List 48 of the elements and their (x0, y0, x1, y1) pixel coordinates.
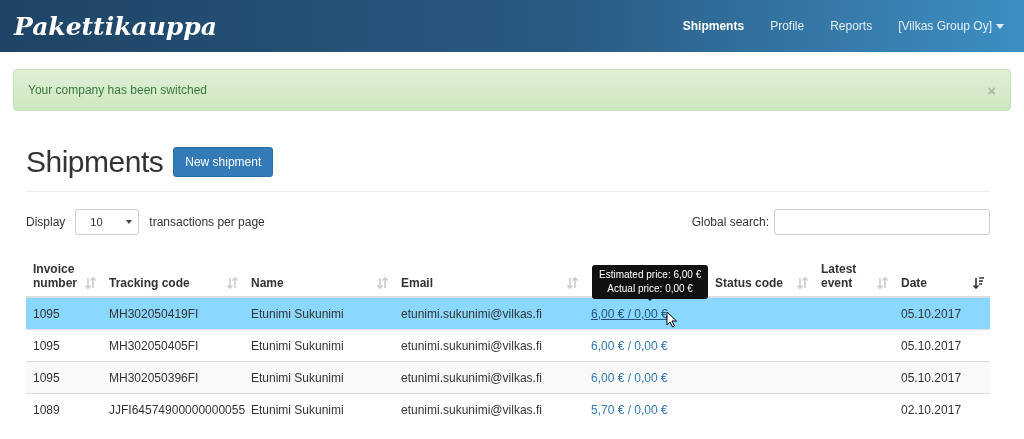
company-dropdown[interactable]: [Vilkas Group Oy] (885, 19, 1010, 33)
column-header[interactable]: Name (251, 276, 284, 290)
table-cell: 1095 (33, 370, 60, 385)
table-cell: MH302050405FI (109, 338, 199, 353)
search-field[interactable] (774, 209, 990, 235)
table-cell: 1095 (33, 338, 60, 353)
price-tooltip: Estimated price: 6,00 € Actual price: 0,00 € (592, 265, 709, 299)
nav-link[interactable]: Shipments (669, 19, 758, 33)
price-link[interactable]: 6,00 € / 0,00 € (591, 338, 668, 353)
caret-icon (126, 220, 133, 224)
new-shipment-button[interactable]: New shipment (173, 147, 274, 177)
column-header[interactable]: Tracking code (109, 276, 190, 290)
table-cell: 1095 (33, 306, 60, 321)
table-cell: 1089 (33, 402, 60, 417)
table-cell: etunimi.sukunimi@vilkas.fi (401, 338, 542, 353)
search-label: Global search: (691, 215, 769, 229)
table-cell: etunimi.sukunimi@vilkas.fi (401, 402, 542, 417)
sort-icon[interactable] (973, 277, 984, 289)
table-cell: MH302050396FI (109, 370, 199, 385)
table-cell: 05.10.2017 (901, 370, 962, 385)
table-cell: etunimi.sukunimi@vilkas.fi (401, 306, 542, 321)
table-cell: 02.10.2017 (901, 402, 962, 417)
per-page-label: transactions per page (149, 215, 265, 229)
table-cell: Etunimi Sukunimi (251, 370, 344, 385)
column-header[interactable]: Status code (715, 276, 783, 290)
nav-link[interactable]: Reports (817, 19, 886, 33)
nav-link[interactable]: Profile (757, 19, 818, 33)
column-header[interactable]: Invoice number (33, 262, 85, 290)
brand-logo[interactable]: Pakettikauppa (14, 11, 217, 41)
table-cell: MH302050419FI (109, 306, 199, 321)
table-cell: Etunimi Sukunimi (251, 402, 344, 417)
price-link[interactable]: 5,70 € / 0,00 € (591, 402, 668, 417)
column-header[interactable]: Date (901, 276, 927, 290)
table-cell: Etunimi Sukunimi (251, 338, 344, 353)
tooltip-arrow-icon (646, 297, 654, 301)
mouse-pointer-icon (666, 311, 678, 328)
table-cell: Etunimi Sukunimi (251, 306, 344, 321)
table-cell: 05.10.2017 (901, 338, 962, 353)
page-title: Shipments (26, 145, 164, 179)
display-label: Display (26, 215, 66, 229)
caret-icon (996, 23, 1004, 29)
table-cell: 05.10.2017 (901, 306, 962, 321)
column-header[interactable]: Latest event (821, 262, 877, 290)
table-cell: JJFI64574900000000055 (109, 402, 246, 417)
page-size-select[interactable]: 10 (75, 209, 140, 235)
table-cell: etunimi.sukunimi@vilkas.fi (401, 370, 542, 385)
column-header[interactable]: Email (401, 276, 433, 290)
alert-message: Your company has been switched (28, 83, 207, 97)
